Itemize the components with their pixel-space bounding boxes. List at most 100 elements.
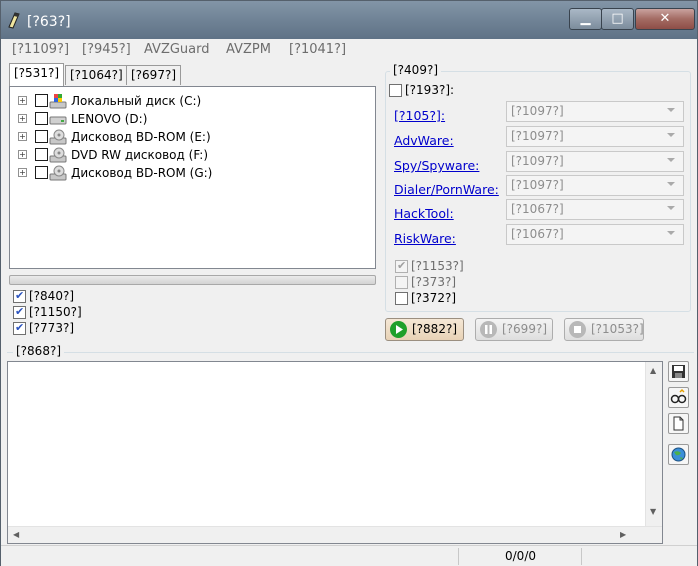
vertical-scrollbar[interactable]: ▲ ▼ [645, 362, 662, 526]
select-value: [?1097?] [511, 178, 564, 192]
hard-disk-icon [49, 116, 67, 125]
scroll-up-icon[interactable]: ▲ [650, 366, 656, 375]
expand-icon[interactable]: + [18, 150, 27, 159]
tab-file-types[interactable]: [?1064?] [65, 65, 128, 85]
drive-checkbox[interactable] [35, 94, 48, 107]
start-label: [?882?] [412, 322, 458, 336]
category-select-riskware[interactable]: [?1067?] [506, 224, 684, 245]
glasses-icon [670, 388, 687, 404]
globe-icon [671, 447, 686, 462]
menu-item-avzpm[interactable]: AVZPM [226, 42, 271, 57]
start-button[interactable]: [?882?] [385, 318, 464, 341]
category-select-spyware[interactable]: [?1097?] [506, 151, 684, 172]
detect-option[interactable]: [?193?]: [389, 83, 454, 97]
drive-checkbox[interactable] [35, 112, 48, 125]
expand-icon[interactable]: + [18, 96, 27, 105]
close-button[interactable]: ✕ [635, 8, 695, 30]
category-link-riskware[interactable]: RiskWare: [394, 231, 456, 246]
drive-checkbox[interactable] [35, 166, 48, 179]
app-icon [8, 12, 20, 29]
log-group-title: [?868?] [13, 344, 65, 358]
pause-label: [?699?] [502, 322, 548, 336]
checkbox[interactable] [13, 289, 26, 303]
chevron-down-icon [667, 231, 675, 235]
expand-icon[interactable]: + [18, 114, 27, 123]
maximize-button[interactable]: □ [601, 8, 634, 30]
expand-icon[interactable]: + [18, 168, 27, 177]
scan-progress-bar [9, 275, 376, 285]
menu-item-service[interactable]: [?945?] [82, 42, 131, 57]
category-link-malware[interactable]: [?105?]: [394, 108, 445, 123]
pause-icon [480, 321, 497, 338]
scroll-left-icon[interactable]: ◀ [13, 530, 19, 539]
checkbox[interactable] [395, 292, 408, 305]
category-link-dialer[interactable]: Dialer/PornWare: [394, 182, 499, 197]
menu-item-file[interactable]: [?1109?] [12, 42, 69, 57]
menu-bar: [?1109?] [?945?] AVZGuard AVZPM [?1041?] [1, 39, 697, 61]
menu-item-help[interactable]: [?1041?] [289, 42, 346, 57]
chevron-down-icon [667, 108, 675, 112]
menu-item-avzguard[interactable]: AVZGuard [144, 42, 210, 57]
scan-option-3[interactable]: [?773?] [13, 321, 74, 337]
checkbox[interactable] [389, 84, 402, 97]
floppy-disk-icon [672, 365, 685, 378]
status-bar: 0/0/0 [1, 545, 697, 566]
category-link-hacktool[interactable]: HackTool: [394, 206, 454, 221]
scan-option-2[interactable]: [?1150?] [13, 305, 82, 321]
log-area[interactable]: ▲ ▼ ◀ ▶ [7, 361, 663, 544]
tree-item-label: Локальный диск (C:) [71, 94, 202, 108]
drive-tree: + Локальный диск (C:) + LENOVO (D:) + Ди… [9, 86, 376, 269]
method-option-2[interactable]: [?373?] [395, 275, 456, 289]
option-label: [?1150?] [29, 305, 82, 319]
optical-drive-icon [49, 129, 67, 145]
category-link-adware[interactable]: AdvWare: [394, 133, 454, 148]
checkbox[interactable] [395, 259, 408, 273]
checkbox[interactable] [13, 321, 26, 335]
tab-search-area[interactable]: [?531?] [9, 63, 65, 87]
checkbox[interactable] [13, 305, 26, 319]
select-value: [?1097?] [511, 129, 564, 143]
scroll-right-icon[interactable]: ▶ [620, 530, 626, 539]
tab-search-params[interactable]: [?697?] [126, 65, 182, 85]
horizontal-scrollbar[interactable]: ◀ ▶ [8, 526, 662, 543]
stop-button[interactable]: [?1053?] [564, 318, 644, 341]
method-option-3[interactable]: [?372?] [395, 291, 456, 305]
view-log-button[interactable] [668, 387, 689, 408]
tree-item-label: Дисковод BD-ROM (E:) [71, 130, 211, 144]
window-title: [?63?] [27, 14, 71, 30]
drive-checkbox[interactable] [35, 148, 48, 161]
chevron-down-icon [667, 182, 675, 186]
category-select-malware[interactable]: [?1097?] [506, 101, 684, 122]
option-label: [?1153?] [411, 259, 464, 273]
pause-button[interactable]: [?699?] [475, 318, 553, 341]
chevron-down-icon [667, 206, 675, 210]
stop-icon [569, 321, 586, 338]
method-option-1[interactable]: [?1153?] [395, 259, 464, 273]
category-select-adware[interactable]: [?1097?] [506, 126, 684, 147]
category-select-hacktool[interactable]: [?1067?] [506, 199, 684, 220]
blank-document-icon [673, 416, 684, 431]
select-value: [?1067?] [511, 202, 564, 216]
checkbox[interactable] [395, 276, 408, 289]
scroll-down-icon[interactable]: ▼ [650, 507, 656, 516]
select-value: [?1097?] [511, 104, 564, 118]
quarantine-button[interactable] [668, 444, 689, 465]
chevron-down-icon [667, 133, 675, 137]
tree-item-label: DVD RW дисковод (F:) [71, 148, 209, 162]
expand-icon[interactable]: + [18, 132, 27, 141]
select-value: [?1067?] [511, 227, 564, 241]
category-select-dialer[interactable]: [?1097?] [506, 175, 684, 196]
option-label: [?840?] [29, 289, 75, 303]
optical-drive-icon [49, 165, 67, 181]
play-icon [390, 321, 407, 338]
option-label: [?773?] [29, 321, 75, 335]
title-bar[interactable]: [?63?] ▁ □ ✕ [1, 1, 697, 39]
category-link-spyware[interactable]: Spy/Spyware: [394, 158, 479, 173]
save-log-button[interactable] [668, 361, 689, 382]
minimize-button[interactable]: ▁ [569, 8, 602, 30]
stop-label: [?1053?] [591, 322, 644, 336]
scan-option-1[interactable]: [?840?] [13, 289, 74, 305]
clear-log-button[interactable] [668, 413, 689, 434]
status-count: 0/0/0 [505, 549, 536, 563]
drive-checkbox[interactable] [35, 130, 48, 143]
